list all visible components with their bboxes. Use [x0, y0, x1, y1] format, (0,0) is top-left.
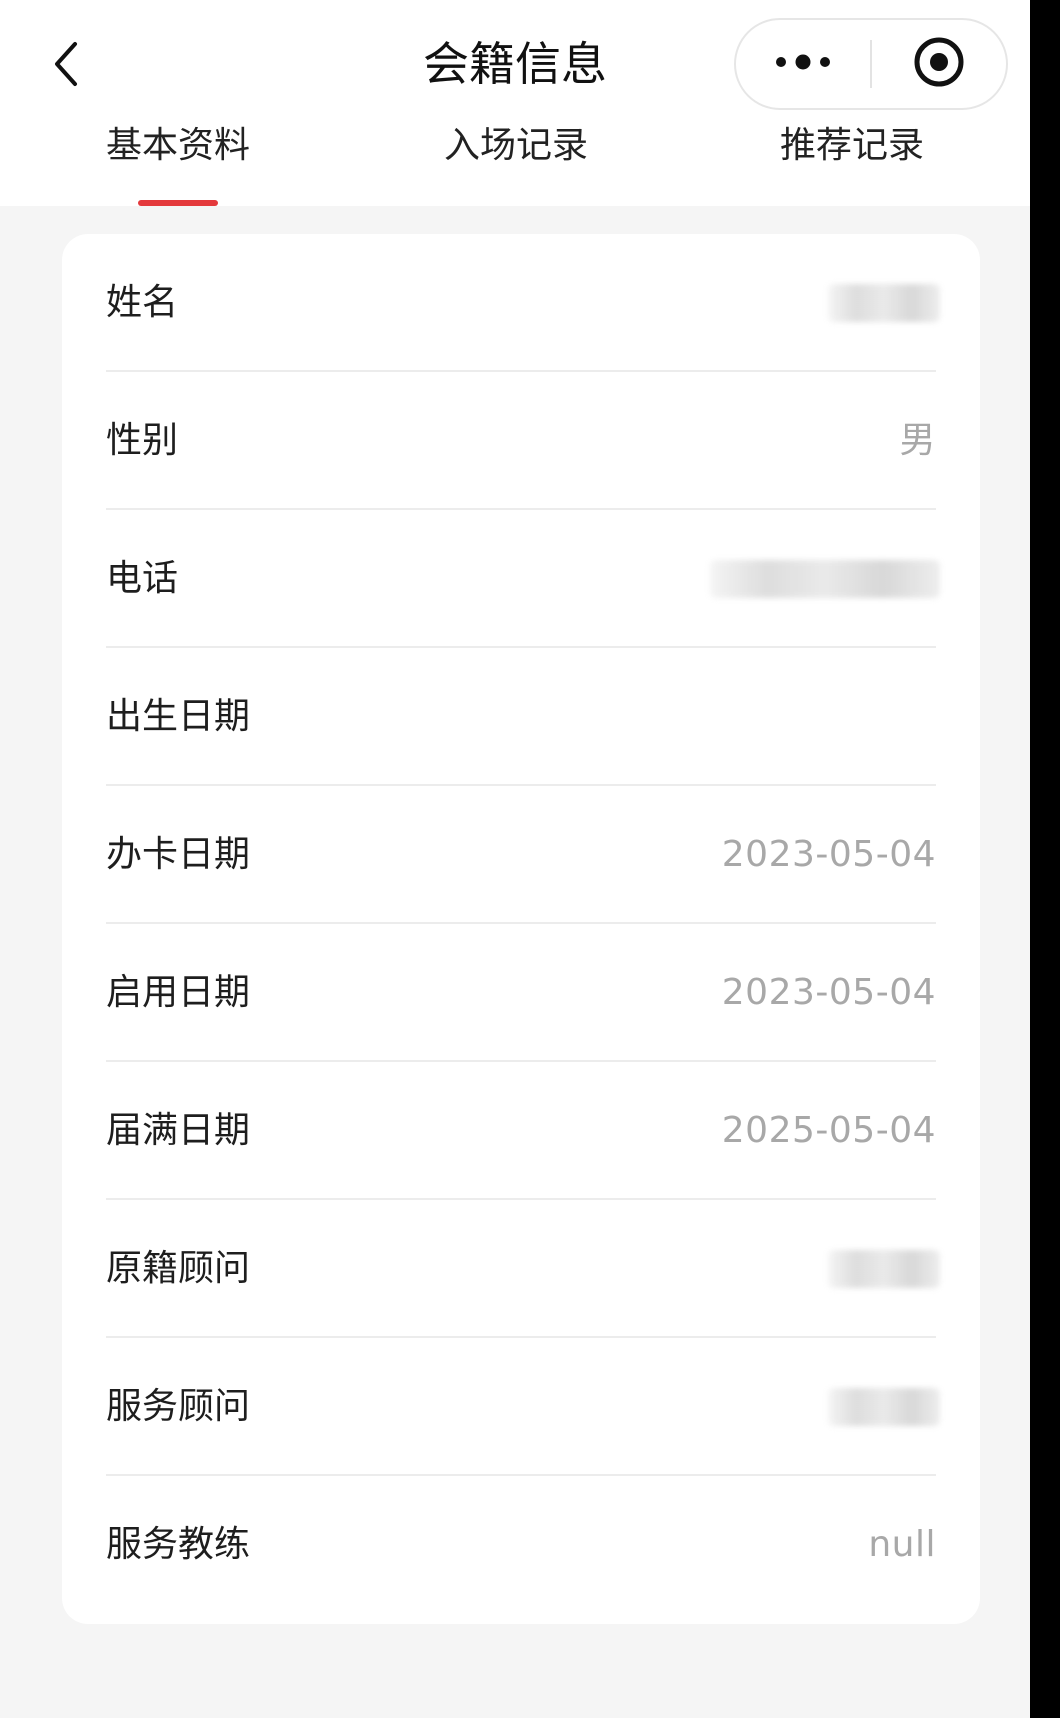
- field-row-start-date: 启用日期 2023-05-04: [106, 924, 936, 1062]
- tab-basic-info[interactable]: 基本资料: [80, 116, 276, 206]
- member-info-screen: 会籍信息 基本资料 入场记录 推荐记录 姓名 性别 男 电话 出生日期 办卡日期…: [0, 0, 1030, 1718]
- field-row-phone: 电话: [106, 510, 940, 648]
- more-button[interactable]: [736, 20, 870, 108]
- field-label: 姓名: [106, 282, 179, 323]
- field-row-expiry-date: 届满日期 2025-05-04: [106, 1062, 936, 1200]
- field-row-card-date: 办卡日期 2023-05-04: [106, 786, 936, 924]
- field-label: 原籍顾问: [106, 1248, 251, 1289]
- mini-program-capsule: [734, 18, 1008, 110]
- field-value: 男: [899, 420, 936, 461]
- field-label: 服务顾问: [106, 1386, 251, 1427]
- redacted-value: [828, 1388, 940, 1426]
- field-row-name: 姓名: [106, 234, 940, 372]
- redacted-value: [828, 1250, 940, 1288]
- more-dots-icon: [773, 52, 833, 76]
- tab-bar: 基本资料 入场记录 推荐记录: [0, 116, 1030, 206]
- field-label: 服务教练: [106, 1524, 251, 1565]
- field-row-service-advisor: 服务顾问: [106, 1338, 940, 1476]
- field-label: 性别: [106, 420, 179, 461]
- field-value: 2023-05-04: [721, 834, 936, 875]
- close-button[interactable]: [872, 20, 1006, 108]
- tab-entry-records[interactable]: 入场记录: [418, 116, 614, 206]
- field-row-birth-date: 出生日期: [106, 648, 936, 786]
- field-label: 电话: [106, 558, 179, 599]
- target-circle-icon: [913, 36, 965, 92]
- redacted-value: [828, 284, 940, 322]
- tab-referral-records[interactable]: 推荐记录: [754, 116, 950, 206]
- field-value: 2023-05-04: [721, 972, 936, 1013]
- field-label: 办卡日期: [106, 834, 251, 875]
- info-card: 姓名 性别 男 电话 出生日期 办卡日期 2023-05-04 启用日期 202…: [62, 234, 980, 1624]
- field-row-original-advisor: 原籍顾问: [106, 1200, 940, 1338]
- field-label: 出生日期: [106, 696, 251, 737]
- active-tab-indicator: [138, 200, 218, 206]
- field-row-service-coach: 服务教练 null: [106, 1476, 936, 1614]
- field-row-gender: 性别 男: [106, 372, 936, 510]
- header: 会籍信息 基本资料 入场记录 推荐记录: [0, 0, 1030, 206]
- field-value: null: [868, 1524, 936, 1565]
- field-label: 届满日期: [106, 1110, 251, 1151]
- redacted-value: [710, 560, 940, 598]
- field-label: 启用日期: [106, 972, 251, 1013]
- field-value: 2025-05-04: [721, 1110, 936, 1151]
